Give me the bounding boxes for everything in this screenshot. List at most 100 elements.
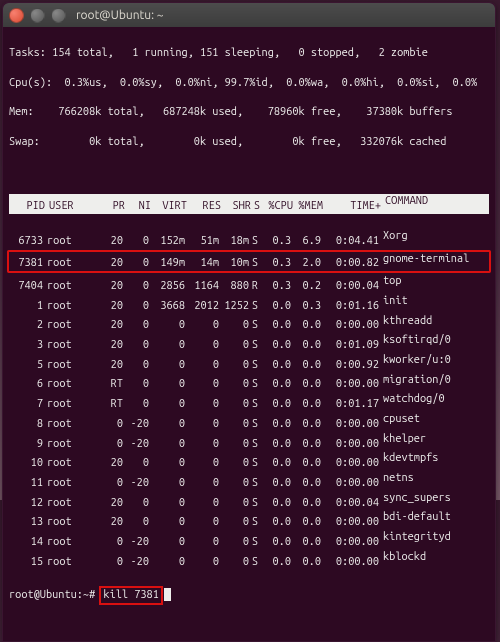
col-mem: %MEM <box>293 199 323 214</box>
cell: 0 <box>149 397 185 412</box>
close-icon[interactable] <box>9 8 24 23</box>
cell: 20 <box>81 299 123 314</box>
cell: 51m <box>185 234 219 249</box>
summary-swap: Swap: 0k total, 0k used, 0k free, 332076… <box>9 135 489 150</box>
cell: 1164 <box>185 279 219 294</box>
cell: watchdog/0 <box>383 392 500 407</box>
cell: 0.0 <box>261 318 291 333</box>
typed-command: kill 7381 <box>99 586 162 605</box>
cell: S <box>249 256 261 271</box>
cell: 0 <box>123 496 149 511</box>
cell: 0 <box>185 437 219 452</box>
cell: 0.0 <box>261 555 291 570</box>
cell: root <box>47 456 81 471</box>
cell: 0.0 <box>261 377 291 392</box>
col-pid: PID <box>11 199 45 214</box>
table-row: 6rootRT0000S0.00.00:00.00migration/0 <box>9 373 489 393</box>
cell: R <box>249 279 261 294</box>
cursor-icon <box>164 588 171 601</box>
prompt-path: :~# <box>77 589 95 601</box>
cell: S <box>249 397 261 412</box>
cell: 0 <box>149 318 185 333</box>
table-row: 15root0-20000S0.00.00:00.00kblockd <box>9 550 489 570</box>
cell: root <box>47 515 81 530</box>
cell: 0:00.00 <box>321 437 379 452</box>
cell: 0 <box>81 476 123 491</box>
cell: 0.0 <box>261 358 291 373</box>
cell: 2.0 <box>291 256 321 271</box>
cell: netns <box>383 471 500 486</box>
cell: 0 <box>219 535 249 550</box>
cell: 0:00.00 <box>321 555 379 570</box>
cell: 0 <box>185 476 219 491</box>
cell: 0:00.00 <box>321 377 379 392</box>
cell: S <box>249 338 261 353</box>
cell: 12 <box>9 496 43 511</box>
table-row: 10root200000S0.00.00:00.00kdevtmpfs <box>9 451 489 471</box>
cell: 0 <box>185 456 219 471</box>
cell: top <box>383 274 500 289</box>
cell: root <box>47 377 81 392</box>
cell: 0 <box>123 377 149 392</box>
cell: 0.0 <box>291 338 321 353</box>
cell: S <box>249 358 261 373</box>
cell: 8 <box>9 417 43 432</box>
cell: 0 <box>185 555 219 570</box>
cell: 0 <box>149 456 185 471</box>
cell: 10m <box>219 256 249 271</box>
cell: 20 <box>81 515 123 530</box>
prompt-line[interactable]: root@Ubuntu:~# kill 7381 <box>9 586 489 605</box>
cell: -20 <box>123 437 149 452</box>
cell: 0.0 <box>261 476 291 491</box>
terminal-body[interactable]: Tasks: 154 total, 1 running, 151 sleepin… <box>3 27 495 641</box>
maximize-icon[interactable] <box>51 8 66 23</box>
cell: bdi-default <box>383 510 500 525</box>
cell: 7381 <box>9 256 43 271</box>
cell: 0.3 <box>291 299 321 314</box>
cell: 7 <box>9 397 43 412</box>
cell: 0:04.41 <box>321 234 379 249</box>
cell: 0:00.92 <box>321 358 379 373</box>
summary-mem: Mem: 766208k total, 687248k used, 78960k… <box>9 105 489 120</box>
cell: S <box>249 437 261 452</box>
cell: 0 <box>185 515 219 530</box>
cell: 13 <box>9 515 43 530</box>
table-row: 7404root20028561164880R0.30.20:00.04top <box>9 274 489 294</box>
cell: 0.0 <box>291 377 321 392</box>
cell: S <box>249 318 261 333</box>
table-row: 8root0-20000S0.00.00:00.00cpuset <box>9 412 489 432</box>
cell: 14 <box>9 535 43 550</box>
titlebar[interactable]: root@Ubuntu: ~ <box>3 3 495 27</box>
cell: 0 <box>123 358 149 373</box>
cell: 0 <box>219 397 249 412</box>
cell: 0 <box>149 496 185 511</box>
table-row: 11root0-20000S0.00.00:00.00netns <box>9 471 489 491</box>
cell: 9 <box>9 437 43 452</box>
minimize-icon[interactable] <box>30 8 45 23</box>
cell: gnome-terminal <box>383 252 500 267</box>
cell: 0 <box>149 358 185 373</box>
process-list: 6733root200152m51m18mS0.36.90:04.41Xorg 7… <box>9 229 489 570</box>
cell: 0:00.00 <box>321 476 379 491</box>
cell: 0 <box>81 417 123 432</box>
cell: 0:01.09 <box>321 338 379 353</box>
cell: -20 <box>123 476 149 491</box>
cell: 0.0 <box>291 456 321 471</box>
cell: 0:00.00 <box>321 515 379 530</box>
table-row: 6733root200152m51m18mS0.36.90:04.41Xorg <box>9 229 489 249</box>
cell: 20 <box>81 338 123 353</box>
cell: 0 <box>185 535 219 550</box>
cell: 0 <box>219 358 249 373</box>
cell: -20 <box>123 555 149 570</box>
cell: 0.0 <box>291 358 321 373</box>
cell: 0 <box>149 377 185 392</box>
cell: 2 <box>9 318 43 333</box>
col-time: TIME+ <box>323 199 381 214</box>
cell: 0 <box>149 535 185 550</box>
cell: root <box>47 476 81 491</box>
cell: 0 <box>185 358 219 373</box>
cell: kworker/u:0 <box>383 353 500 368</box>
cell: 11 <box>9 476 43 491</box>
cell: 0 <box>219 338 249 353</box>
cell: 7404 <box>9 279 43 294</box>
